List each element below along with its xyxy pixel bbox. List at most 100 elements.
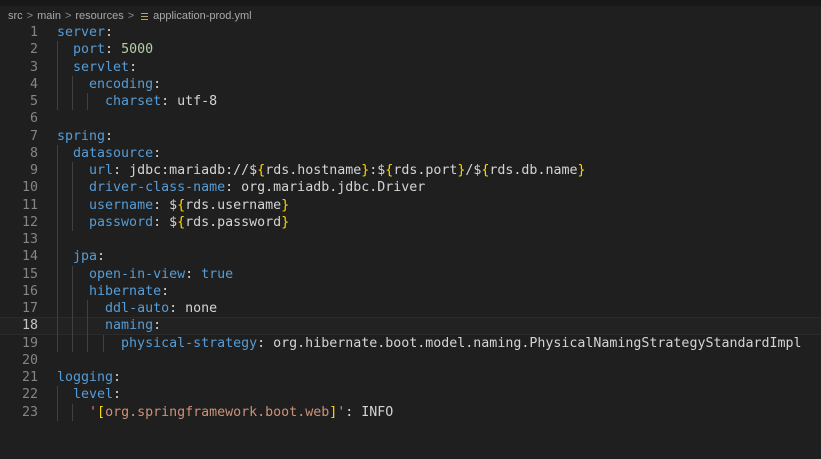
yaml-value: true	[201, 266, 234, 282]
code-line[interactable]: 15 open-in-view: true	[0, 265, 821, 283]
line-number: 22	[21, 387, 38, 403]
yaml-value: $	[161, 197, 178, 213]
yaml-value: /$	[465, 163, 482, 178]
indent-guide	[57, 231, 58, 249]
indent-guide	[57, 196, 58, 214]
code-line[interactable]: 16 hibernate:	[0, 282, 821, 300]
yaml-value: {	[257, 163, 266, 178]
code-line[interactable]: 4 encoding:	[0, 75, 821, 93]
yaml-value: jdbc:mariadb://$	[121, 163, 258, 178]
code-line[interactable]: 22 level:	[0, 386, 821, 404]
indent-guide	[57, 317, 58, 335]
yaml-key: level	[73, 387, 114, 403]
line-number: 20	[21, 352, 38, 368]
code-text: charset: utf-8	[57, 93, 218, 111]
indent-guide	[87, 93, 89, 111]
indent-guide	[57, 213, 58, 231]
yaml-value: org.hibernate.boot.model.naming.Physical…	[265, 335, 802, 351]
code-text	[57, 231, 73, 249]
code-line[interactable]: 21 logging:	[0, 369, 821, 386]
code-line[interactable]: 12 password: ${rds.password}	[0, 213, 821, 231]
indent-guide	[87, 300, 89, 318]
yaml-value: 5000	[121, 42, 154, 58]
code-line[interactable]: 20	[0, 352, 821, 369]
breadcrumb-item-src[interactable]: src	[8, 10, 23, 22]
yaml-value: none	[177, 301, 218, 316]
yaml-key: username	[89, 197, 154, 213]
line-number: 10	[21, 180, 38, 196]
breadcrumb-item-file[interactable]: application-prod.yml	[153, 10, 251, 22]
yaml-key: naming	[105, 318, 154, 334]
code-text: server:	[57, 25, 114, 40]
yaml-key: driver-class-name	[89, 180, 226, 196]
tab-bar-edge	[0, 0, 821, 6]
code-line[interactable]: 14 jpa:	[0, 248, 821, 266]
breadcrumb-item-resources[interactable]: resources	[75, 10, 123, 22]
code-line[interactable]: 6	[0, 110, 821, 127]
yaml-value: {	[177, 214, 186, 230]
indent-guide	[72, 282, 74, 300]
code-line[interactable]: 10 driver-class-name: org.mariadb.jdbc.D…	[0, 179, 821, 197]
indent-guide	[57, 300, 58, 318]
code-line[interactable]: 2 port: 5000	[0, 41, 821, 59]
yaml-key: url	[89, 163, 114, 178]
code-line[interactable]: 13	[0, 231, 821, 249]
line-number: 7	[29, 128, 38, 144]
line-number: 6	[29, 111, 38, 127]
code-text: datasource:	[57, 144, 161, 162]
yaml-value: rds.db.name	[489, 163, 578, 178]
code-line[interactable]: 8 datasource:	[0, 144, 821, 162]
line-number: 14	[21, 249, 38, 265]
yaml-value: }	[281, 214, 290, 230]
line-number: 15	[21, 266, 38, 282]
code-line[interactable]: 11 username: ${rds.username}	[0, 196, 821, 214]
yaml-key: spring	[57, 128, 106, 144]
code-line[interactable]: 9 url: jdbc:mariadb://${rds.hostname}:${…	[0, 162, 821, 180]
code-line[interactable]: 23 '[org.springframework.boot.web]': INF…	[0, 403, 821, 421]
yaml-value	[113, 42, 121, 57]
line-number: 9	[29, 163, 38, 178]
code-text: hibernate:	[57, 282, 169, 300]
indent-guide	[57, 334, 58, 352]
yaml-key: servlet	[73, 59, 130, 75]
line-number: 5	[29, 94, 38, 109]
code-editor[interactable]: 1 server: 2 port: 5000 3 servlet: 4 encoding…	[0, 24, 821, 459]
line-number: 21	[21, 370, 38, 385]
code-line[interactable]: 1 server:	[0, 24, 821, 41]
code-line[interactable]: 5 charset: utf-8	[0, 93, 821, 111]
line-number: 2	[29, 42, 38, 58]
chevron-right-icon: >	[64, 10, 72, 22]
indent-guide	[72, 93, 74, 111]
indent-guide	[72, 179, 74, 197]
editor-window: src > main > resources > application-pro…	[0, 0, 821, 459]
yaml-value	[193, 267, 201, 282]
code-line[interactable]: 19 physical-strategy: org.hibernate.boot…	[0, 334, 821, 352]
code-line[interactable]: 3 servlet:	[0, 58, 821, 76]
yaml-key: password	[89, 214, 154, 230]
indent-guide	[57, 386, 58, 404]
breadcrumb-item-main[interactable]: main	[37, 10, 61, 22]
line-number: 13	[21, 232, 38, 247]
chevron-right-icon: >	[26, 10, 34, 22]
code-text: port: 5000	[57, 41, 154, 59]
indent-guide	[72, 403, 74, 421]
yaml-key: charset	[105, 94, 162, 109]
yaml-value: utf-8	[169, 94, 218, 109]
code-text: physical-strategy: org.hibernate.boot.mo…	[57, 334, 802, 352]
line-number: 11	[21, 197, 38, 213]
yaml-key: port	[73, 42, 106, 58]
yaml-value: :$	[369, 163, 386, 178]
yaml-value: {	[177, 197, 186, 213]
yaml-key: '	[89, 404, 98, 420]
code-text: level:	[57, 386, 121, 404]
code-text: password: ${rds.password}	[57, 213, 290, 231]
code-line[interactable]: 18 naming:	[0, 317, 821, 335]
code-line[interactable]: 7 spring:	[0, 128, 821, 145]
code-text: encoding:	[57, 75, 161, 93]
code-line[interactable]: 17 ddl-auto: none	[0, 300, 821, 318]
indent-guide	[57, 41, 58, 59]
indent-guide	[72, 75, 74, 93]
chevron-right-icon: >	[127, 10, 135, 22]
indent-guide	[57, 58, 58, 76]
indent-guide	[57, 179, 58, 197]
